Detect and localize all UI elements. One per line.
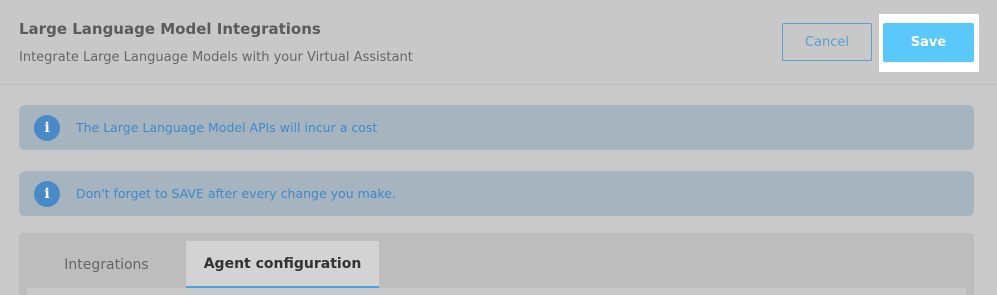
info-icon: i (34, 180, 60, 207)
info-banner-text: The Large Language Model APIs will incur… (76, 120, 378, 135)
cancel-button[interactable]: Cancel (782, 23, 872, 61)
llm-integrations-page: Large Language Model Integrations Integr… (0, 0, 997, 295)
info-icon: i (34, 114, 60, 141)
page-header: Large Language Model Integrations Integr… (0, 0, 997, 85)
save-button[interactable]: Save (883, 23, 974, 62)
tabs-panel: Integrations Agent configuration (19, 233, 974, 295)
tab-integrations[interactable]: Integrations (39, 241, 174, 288)
tab-content-area (27, 288, 966, 295)
info-banner-text: Don't forget to SAVE after every change … (76, 186, 396, 201)
info-banner-cost: i The Large Language Model APIs will inc… (19, 105, 974, 150)
page-subtitle: Integrate Large Language Models with you… (19, 50, 413, 65)
page-title: Large Language Model Integrations (19, 20, 321, 38)
info-banner-save-reminder: i Don't forget to SAVE after every chang… (19, 171, 974, 216)
tab-agent-configuration[interactable]: Agent configuration (186, 241, 379, 288)
